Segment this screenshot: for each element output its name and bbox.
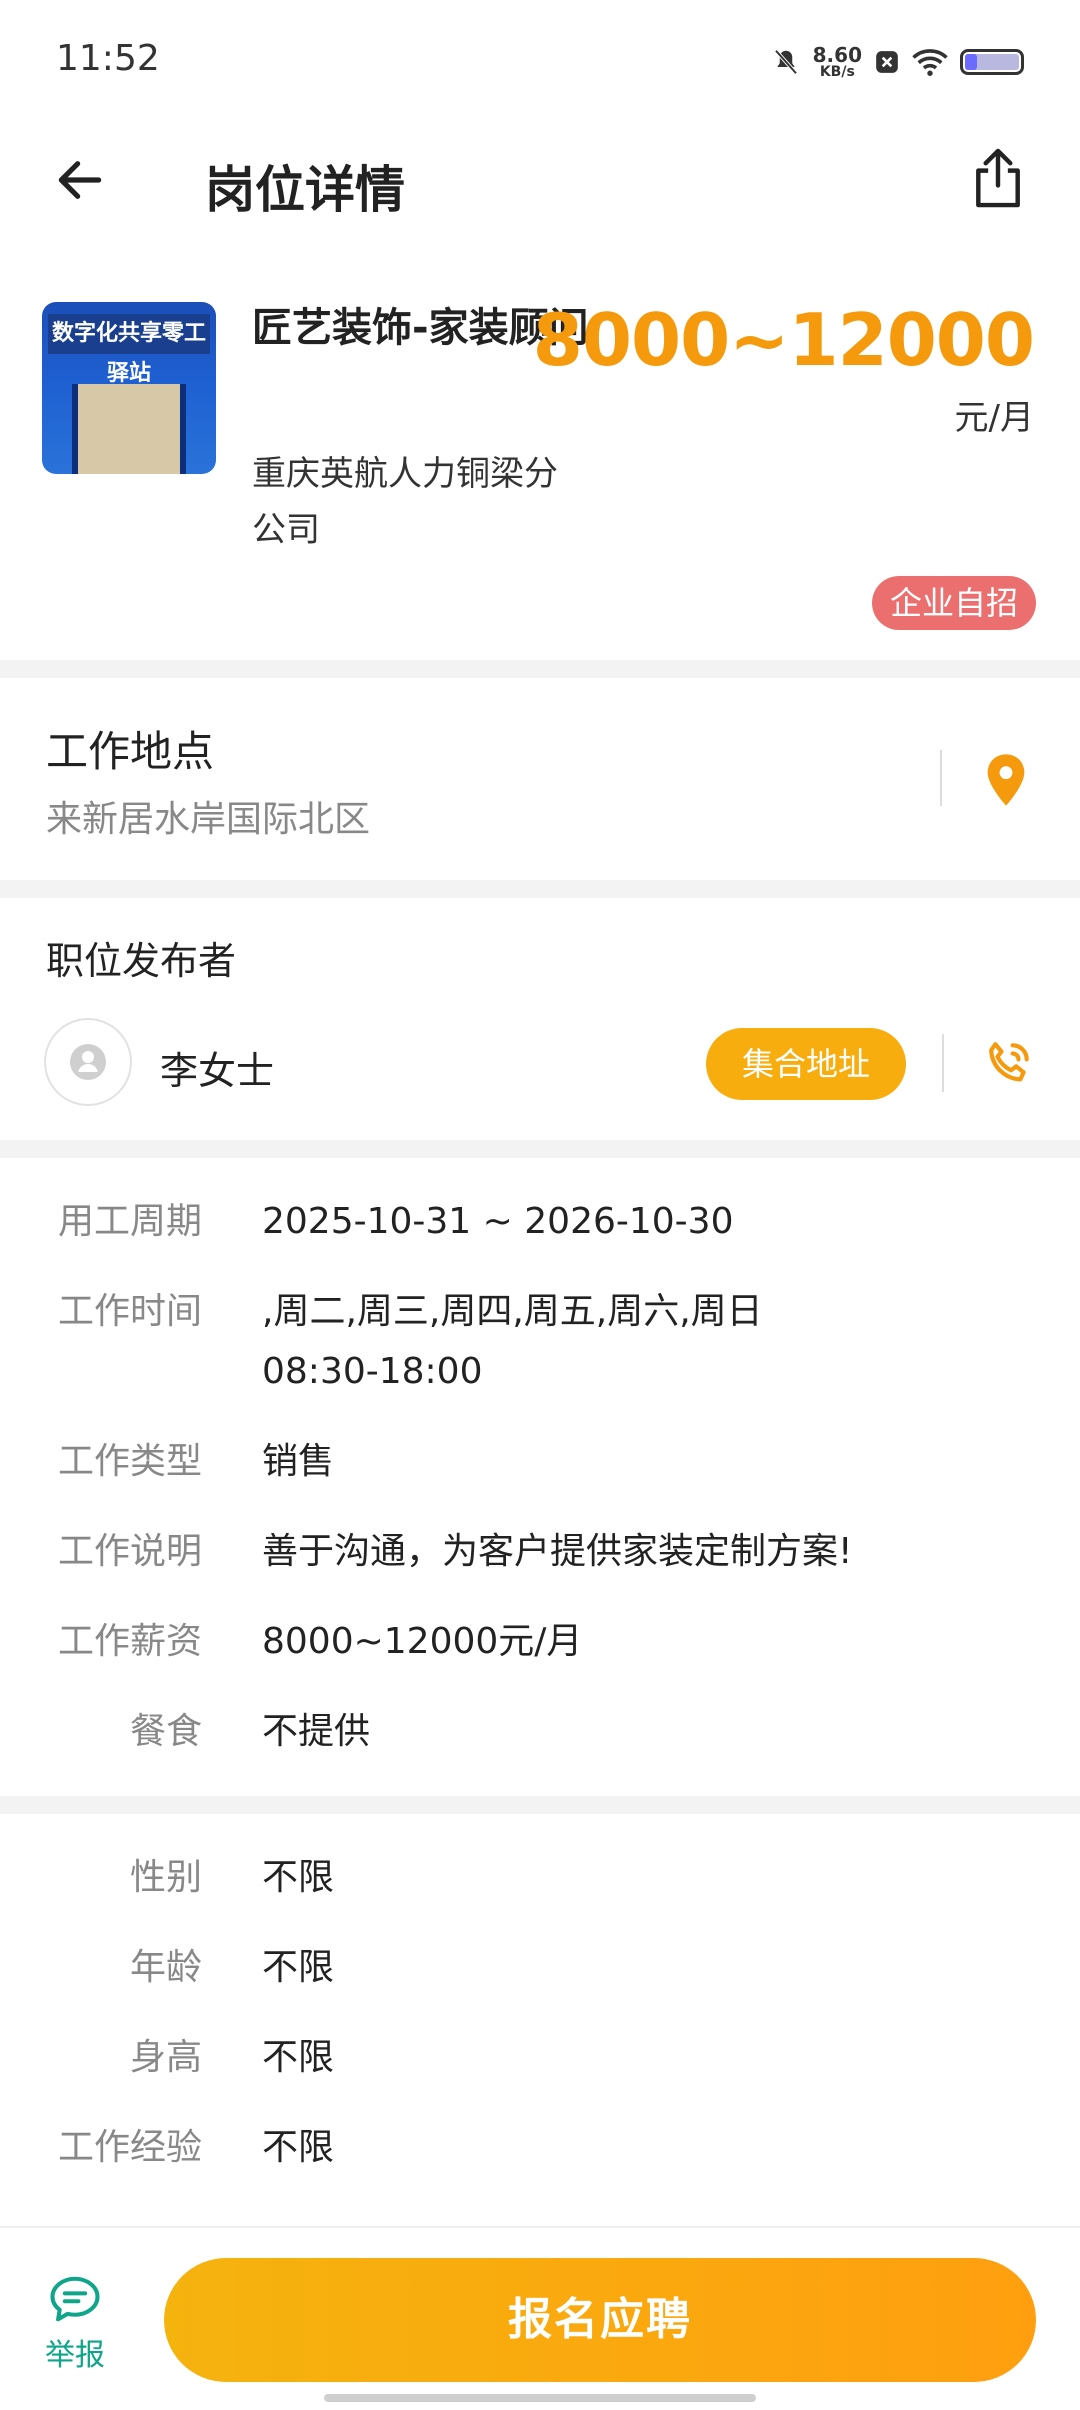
job-salary: 8000~12000 bbox=[532, 298, 1035, 382]
thumbnail-storefront bbox=[72, 384, 186, 474]
detail-value: 08:30-18:00 bbox=[262, 1351, 483, 1392]
detail-value: 8000~12000元/月 bbox=[262, 1621, 583, 1662]
thumbnail-sign: 数字化共享零工驿站 bbox=[48, 314, 210, 386]
detail-label: 工作说明 bbox=[57, 1531, 202, 1572]
section-divider bbox=[0, 660, 1080, 678]
status-icons: 8.60 KB/s bbox=[771, 40, 1024, 84]
requirement-label: 年龄 bbox=[129, 1947, 202, 1988]
user-icon bbox=[70, 1044, 106, 1080]
requirement-label: 性别 bbox=[129, 1857, 202, 1898]
detail-label: 餐食 bbox=[129, 1711, 202, 1752]
bottom-action-bar: 举报 报名应聘 bbox=[0, 2226, 1080, 2410]
detail-value: ,周二,周三,周四,周五,周六,周日 bbox=[262, 1291, 763, 1332]
detail-label: 工作时间 bbox=[57, 1291, 202, 1332]
detail-label: 工作类型 bbox=[57, 1441, 202, 1482]
detail-value: 销售 bbox=[262, 1441, 335, 1482]
requirement-label: 工作经验 bbox=[57, 2127, 202, 2168]
meeting-address-button[interactable]: 集合地址 bbox=[706, 1028, 906, 1100]
battery-icon bbox=[960, 49, 1024, 75]
page-title: 岗位详情 bbox=[205, 161, 405, 219]
job-thumbnail[interactable]: 数字化共享零工驿站 bbox=[42, 302, 216, 474]
phone-icon[interactable] bbox=[980, 1036, 1036, 1092]
section-divider bbox=[0, 1140, 1080, 1158]
detail-label: 用工周期 bbox=[57, 1201, 202, 1242]
avatar bbox=[44, 1018, 132, 1106]
home-indicator[interactable] bbox=[324, 2394, 756, 2402]
status-time: 11:52 bbox=[56, 38, 160, 79]
wifi-icon bbox=[912, 49, 948, 76]
requirement-value: 不限 bbox=[262, 1857, 335, 1898]
publisher-section: 职位发布者 李女士 集合地址 bbox=[0, 900, 1080, 1140]
company-name: 重庆英航人力铜梁分公司 bbox=[252, 454, 558, 550]
net-speed: 8.60 KB/s bbox=[813, 45, 862, 79]
location-title: 工作地点 bbox=[46, 727, 215, 776]
location-separator bbox=[940, 750, 942, 806]
requirement-value: 不限 bbox=[262, 2037, 335, 2078]
location-address: 来新居水岸国际北区 bbox=[46, 799, 371, 840]
close-box-icon bbox=[876, 51, 898, 73]
requirement-value: 不限 bbox=[262, 1947, 335, 1988]
publisher-name: 李女士 bbox=[160, 1049, 275, 1093]
report-label: 举报 bbox=[45, 2338, 105, 2373]
recruit-type-badge: 企业自招 bbox=[871, 576, 1036, 630]
back-arrow-icon[interactable] bbox=[52, 152, 108, 208]
mute-icon bbox=[774, 49, 798, 75]
app-header: 岗位详情 bbox=[0, 130, 1080, 230]
status-bar: 11:52 8.60 KB/s bbox=[0, 0, 1080, 130]
apply-button[interactable]: 报名应聘 bbox=[164, 2258, 1036, 2382]
detail-value: 2025-10-31 ~ 2026-10-30 bbox=[262, 1201, 734, 1242]
detail-value: 善于沟通，为客户提供家装定制方案! bbox=[262, 1531, 853, 1572]
map-pin-icon[interactable] bbox=[984, 752, 1028, 808]
section-divider bbox=[0, 1796, 1080, 1814]
requirement-value: 不限 bbox=[262, 2127, 335, 2168]
job-summary-card: 数字化共享零工驿站 匠艺装饰-家装顾问 8000~12000 元/月 重庆英航人… bbox=[0, 280, 1080, 660]
requirement-label: 身高 bbox=[129, 2037, 202, 2078]
publisher-title: 职位发布者 bbox=[46, 939, 237, 983]
net-speed-unit: KB/s bbox=[819, 64, 855, 80]
share-icon[interactable] bbox=[968, 146, 1028, 210]
chat-bubble-icon bbox=[50, 2276, 100, 2322]
detail-label: 工作薪资 bbox=[57, 1621, 202, 1662]
section-divider bbox=[0, 880, 1080, 898]
work-location-section[interactable]: 工作地点 来新居水岸国际北区 bbox=[0, 678, 1080, 878]
report-button[interactable]: 举报 bbox=[40, 2274, 110, 2374]
detail-value: 不提供 bbox=[262, 1711, 371, 1752]
job-salary-unit: 元/月 bbox=[954, 398, 1034, 438]
net-speed-value: 8.60 bbox=[812, 43, 862, 67]
publisher-separator bbox=[942, 1034, 944, 1092]
